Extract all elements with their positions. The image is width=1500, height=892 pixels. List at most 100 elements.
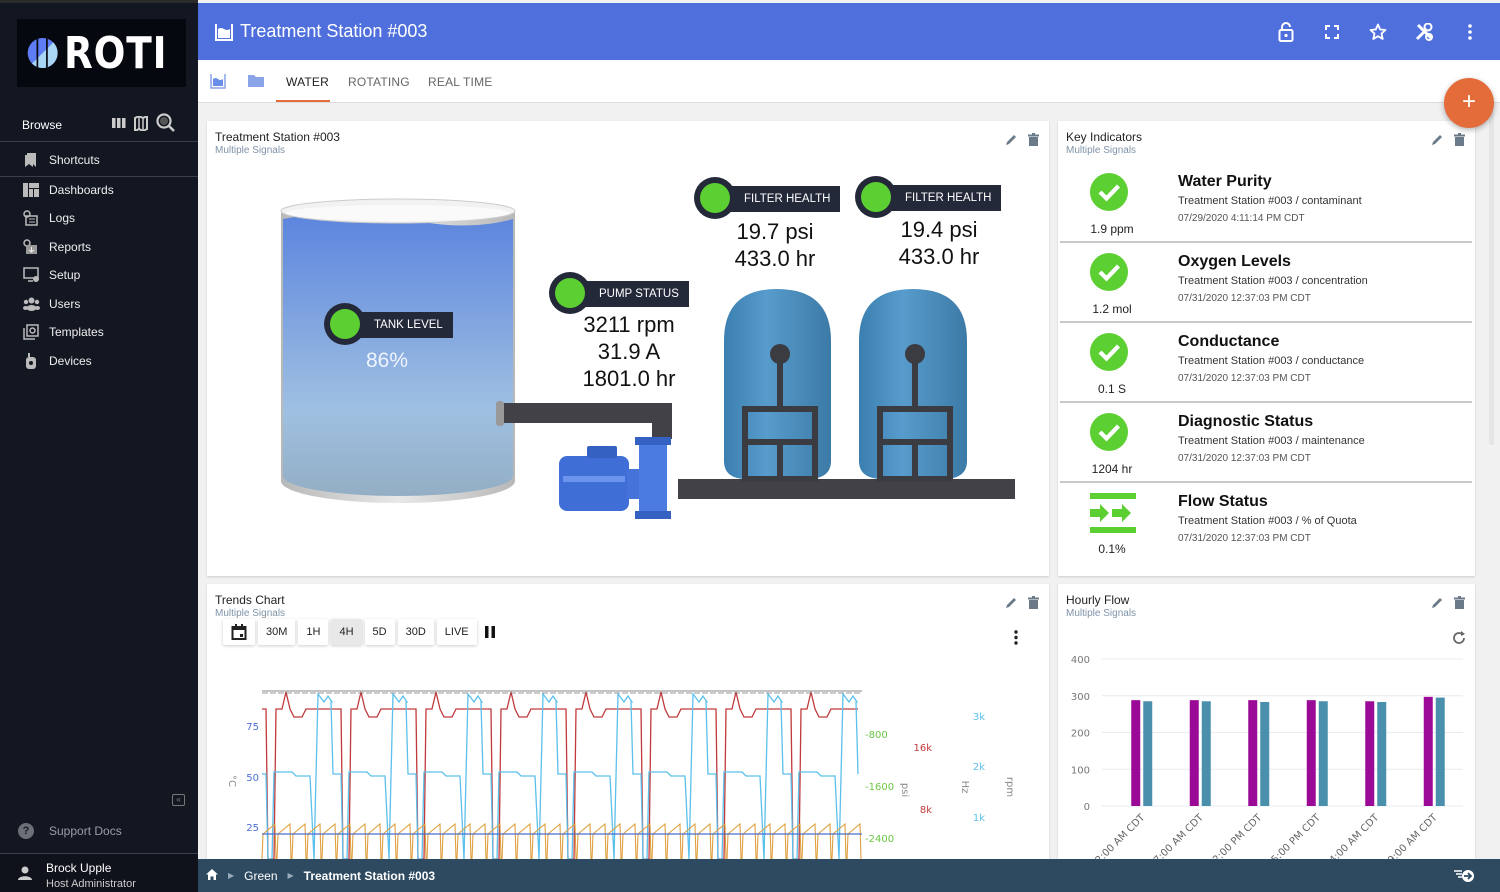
- person-icon: [18, 866, 32, 885]
- indicator-value: 0.1 S: [1097, 382, 1127, 396]
- indicator-timestamp: 07/31/2020 12:37:03 PM CDT: [1178, 533, 1311, 544]
- indicator-name: Diagnostic Status: [1178, 413, 1314, 430]
- bar-1-5: [1435, 697, 1445, 806]
- add-widget-button[interactable]: +: [1444, 78, 1494, 128]
- home-icon[interactable]: [206, 868, 218, 883]
- collapse-sidebar-button[interactable]: «: [172, 794, 185, 806]
- indicator-timestamp: 07/31/2020 12:37:03 PM CDT: [1178, 293, 1311, 304]
- tab-real-time[interactable]: REAL TIME: [428, 75, 492, 89]
- water-tank-tab-icon[interactable]: [210, 73, 226, 94]
- sidebar-item-templates[interactable]: Templates: [0, 318, 198, 346]
- filter-1-graphic: [724, 289, 831, 482]
- x-tick-label: 5:00 PM CDT: [1270, 812, 1324, 864]
- indicator-item[interactable]: 0.1 S Conductance Treatment Station #003…: [1060, 323, 1472, 403]
- delete-icon[interactable]: [1454, 133, 1465, 151]
- star-icon[interactable]: [1367, 21, 1388, 42]
- axis-tick-label: -1600: [865, 782, 894, 793]
- folder-icon[interactable]: [248, 74, 264, 92]
- tab-water[interactable]: WATER: [286, 75, 329, 89]
- sidebar-item-setup[interactable]: Setup: [0, 261, 198, 289]
- indicator-value: 0.1%: [1098, 542, 1126, 556]
- x-tick-label: 7:00 AM CDT: [1152, 812, 1206, 864]
- indicator-source: Treatment Station #003 / % of Quota: [1178, 515, 1357, 527]
- roti-logo-icon: [27, 38, 58, 68]
- indicator-item[interactable]: 1.2 mol Oxygen Levels Treatment Station …: [1060, 243, 1472, 323]
- sidebar-item-logs[interactable]: Logs: [0, 204, 198, 232]
- support-docs-link[interactable]: ? Support Docs: [18, 823, 122, 839]
- indicator-name: Flow Status: [1178, 493, 1268, 510]
- logo[interactable]: ROTI: [17, 19, 186, 87]
- pump-values: 3211 rpm 31.9 A 1801.0 hr: [559, 311, 699, 392]
- filter-1-health-badge[interactable]: FILTER HEALTH: [694, 177, 841, 219]
- sidebar-item-label: Templates: [49, 325, 104, 339]
- notifications-icon[interactable]: [1454, 869, 1476, 886]
- help-icon: ?: [18, 823, 34, 839]
- indicator-item[interactable]: 1204 hr Diagnostic Status Treatment Stat…: [1060, 403, 1472, 483]
- bar-1-1: [1201, 701, 1211, 806]
- indicator-item[interactable]: 0.1% Flow Status Treatment Station #003 …: [1060, 483, 1472, 563]
- user-profile[interactable]: Brock Upple Host Administrator: [0, 853, 198, 892]
- chevron-right-icon: ▶: [228, 871, 235, 880]
- tank-level-badge[interactable]: TANK LEVEL: [324, 303, 453, 345]
- check-circle-icon: [1090, 253, 1128, 296]
- axis-tick-label: 25: [246, 823, 259, 834]
- bar-0-4: [1365, 701, 1375, 806]
- y-tick-label: 0: [1084, 802, 1090, 813]
- indicator-item[interactable]: 1.9 ppm Water Purity Treatment Station #…: [1060, 163, 1472, 243]
- indicator-value: 1.9 ppm: [1090, 222, 1134, 236]
- page-title: Treatment Station #003: [240, 21, 428, 41]
- bar-0-3: [1306, 700, 1316, 806]
- devices-icon: [22, 353, 40, 369]
- axis-tick-label: 3k: [973, 712, 985, 723]
- edit-icon[interactable]: [1431, 133, 1444, 151]
- sidebar-item-users[interactable]: Users: [0, 290, 198, 318]
- search-icon[interactable]: [156, 113, 176, 133]
- sidebar-item-reports[interactable]: Reports: [0, 233, 198, 261]
- tab-rotating[interactable]: ROTATING: [348, 75, 410, 89]
- pump-status-badge[interactable]: PUMP STATUS: [549, 272, 689, 314]
- unlock-icon[interactable]: [1275, 21, 1296, 42]
- indicator-timestamp: 07/31/2020 12:37:03 PM CDT: [1178, 453, 1311, 464]
- indicator-name: Conductance: [1178, 333, 1280, 350]
- templates-icon: [22, 324, 40, 340]
- sidebar-item-label: Reports: [49, 240, 92, 254]
- browse-label: Browse: [22, 118, 63, 132]
- page-scrollbar[interactable]: [1489, 110, 1494, 445]
- tools-icon[interactable]: [1413, 21, 1434, 42]
- breadcrumb: ▶ Green ▶ Treatment Station #003: [198, 859, 1500, 892]
- sidebar-item-shortcuts[interactable]: Shortcuts: [0, 144, 198, 177]
- sidebar-item-devices[interactable]: Devices: [0, 347, 198, 375]
- sidebar-item-dashboards[interactable]: Dashboards: [0, 176, 198, 204]
- axis-tick-label: 75: [246, 722, 259, 733]
- sidebar-item-label: Shortcuts: [49, 153, 100, 167]
- breadcrumb-current: Treatment Station #003: [303, 868, 436, 883]
- status-indicator: [324, 303, 366, 345]
- axis-title: psi: [899, 783, 910, 797]
- user-role: Host Administrator: [46, 878, 136, 890]
- indicator-value: 1204 hr: [1091, 462, 1133, 476]
- map-icon[interactable]: [134, 115, 148, 131]
- y-tick-label: 300: [1071, 692, 1090, 703]
- water-tank-icon: [215, 23, 233, 41]
- filter-2-graphic: [859, 289, 967, 482]
- filter-1-runtime: 433.0 hr: [734, 246, 816, 271]
- support-docs-label: Support Docs: [49, 824, 122, 838]
- x-tick-label: 9:00 AM CDT: [1386, 812, 1440, 864]
- pump-graphic: [559, 437, 671, 519]
- tab-bar: WATER ROTATING REAL TIME: [198, 60, 1500, 103]
- breadcrumb-item[interactable]: Green: [244, 869, 277, 883]
- y-tick-label: 400: [1071, 655, 1090, 666]
- y-tick-label: 100: [1071, 765, 1090, 776]
- status-indicator: [694, 177, 736, 219]
- columns-icon[interactable]: [112, 117, 126, 129]
- app-header: Treatment Station #003: [198, 3, 1500, 60]
- check-circle-icon: [1090, 413, 1128, 456]
- chevron-right-icon: ▶: [287, 871, 294, 880]
- fullscreen-icon[interactable]: [1321, 21, 1342, 42]
- more-vertical-icon[interactable]: [1459, 21, 1480, 42]
- indicator-value: 1.2 mol: [1092, 302, 1132, 316]
- filter-2-health-badge[interactable]: FILTER HEALTH: [855, 176, 1002, 218]
- axis-tick-label: 50: [246, 773, 259, 784]
- x-tick-label: 4:00 AM CDT: [1328, 812, 1382, 864]
- indicator-source: Treatment Station #003 / conductance: [1178, 355, 1365, 367]
